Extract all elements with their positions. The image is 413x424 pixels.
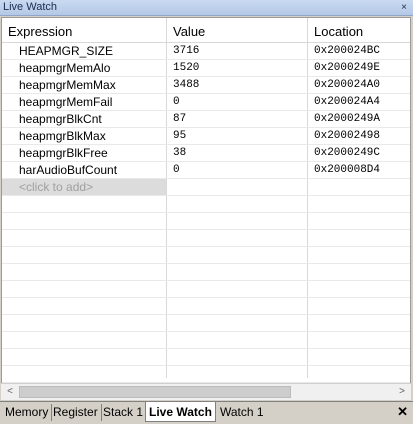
expression-cell[interactable]: heapmgrBlkFree bbox=[2, 145, 166, 161]
empty-row bbox=[2, 281, 410, 298]
expression-cell[interactable]: heapmgrMemFail bbox=[2, 94, 166, 110]
table-row[interactable]: heapmgrMemFail 0 0x200024A4 bbox=[2, 94, 410, 111]
location-cell: 0x200008D4 bbox=[314, 164, 381, 176]
location-cell: 0x200024A0 bbox=[314, 79, 381, 91]
value-cell[interactable]: 1520 bbox=[167, 60, 307, 76]
watch-table: HEAPMGR_SIZE 3716 0x200024BC heapmgrMemA… bbox=[2, 43, 410, 383]
location-cell: 0x200024BC bbox=[314, 45, 381, 57]
column-header-expression[interactable]: Expression bbox=[2, 18, 167, 42]
value-cell[interactable]: 38 bbox=[167, 145, 307, 161]
table-row[interactable]: heapmgrBlkFree 38 0x2000249C bbox=[2, 145, 410, 162]
location-cell: 0x2000249E bbox=[314, 62, 381, 74]
expression-cell[interactable]: heapmgrBlkCnt bbox=[2, 111, 166, 127]
scroll-left-icon[interactable]: < bbox=[2, 384, 18, 400]
value-cell[interactable]: 87 bbox=[167, 111, 307, 127]
location-cell: 0x2000249A bbox=[314, 113, 381, 125]
value-cell[interactable]: 0 bbox=[167, 162, 307, 178]
empty-row bbox=[2, 332, 410, 349]
location-cell: 0x200024A4 bbox=[314, 96, 381, 108]
add-expression-cell[interactable]: <click to add> bbox=[2, 179, 166, 195]
empty-row bbox=[2, 213, 410, 230]
tab-stack-1[interactable]: Stack 1 bbox=[100, 404, 146, 421]
empty-row bbox=[2, 196, 410, 213]
add-expression-row[interactable]: <click to add> bbox=[2, 179, 410, 196]
tab-memory[interactable]: Memory bbox=[2, 404, 53, 421]
empty-row bbox=[2, 366, 410, 383]
table-row[interactable]: harAudioBufCount 0 0x200008D4 bbox=[2, 162, 410, 179]
window-titlebar: Live Watch × bbox=[0, 0, 413, 16]
empty-row bbox=[2, 298, 410, 315]
table-row[interactable]: heapmgrBlkCnt 87 0x2000249A bbox=[2, 111, 410, 128]
window-title: Live Watch bbox=[3, 1, 58, 13]
expression-cell[interactable]: heapmgrMemMax bbox=[2, 77, 166, 93]
tab-live-watch[interactable]: Live Watch bbox=[145, 402, 216, 422]
close-tab-icon[interactable]: ✕ bbox=[397, 404, 408, 420]
tab-bar: Memory Register Stack 1 Live Watch Watch… bbox=[0, 401, 413, 424]
location-cell: 0x20002498 bbox=[314, 130, 381, 142]
expression-cell[interactable]: harAudioBufCount bbox=[2, 162, 166, 178]
value-cell[interactable]: 0 bbox=[167, 94, 307, 110]
table-row[interactable]: heapmgrMemMax 3488 0x200024A0 bbox=[2, 77, 410, 94]
empty-row bbox=[2, 247, 410, 264]
value-cell[interactable]: 3716 bbox=[167, 43, 307, 59]
scroll-right-icon[interactable]: > bbox=[394, 384, 410, 400]
location-cell: 0x2000249C bbox=[314, 147, 381, 159]
expression-cell[interactable]: heapmgrMemAlo bbox=[2, 60, 166, 76]
value-cell[interactable]: 3488 bbox=[167, 77, 307, 93]
empty-row bbox=[2, 349, 410, 366]
column-header-value[interactable]: Value bbox=[167, 18, 308, 42]
table-row[interactable]: HEAPMGR_SIZE 3716 0x200024BC bbox=[2, 43, 410, 60]
column-header: Expression Value Location bbox=[2, 18, 410, 43]
tab-watch-1[interactable]: Watch 1 bbox=[217, 404, 267, 421]
horizontal-scrollbar[interactable]: < > bbox=[1, 383, 411, 400]
expression-cell[interactable]: heapmgrBlkMax bbox=[2, 128, 166, 144]
watch-panel: Expression Value Location HEAPMGR_SIZE 3… bbox=[1, 17, 411, 400]
table-row[interactable]: heapmgrBlkMax 95 0x20002498 bbox=[2, 128, 410, 145]
empty-row bbox=[2, 315, 410, 332]
value-cell[interactable]: 95 bbox=[167, 128, 307, 144]
column-header-location[interactable]: Location bbox=[308, 18, 410, 42]
tab-register[interactable]: Register bbox=[50, 404, 102, 421]
scrollbar-thumb[interactable] bbox=[19, 386, 291, 398]
empty-row bbox=[2, 264, 410, 281]
expression-cell[interactable]: HEAPMGR_SIZE bbox=[2, 43, 166, 59]
empty-row bbox=[2, 230, 410, 247]
table-row[interactable]: heapmgrMemAlo 1520 0x2000249E bbox=[2, 60, 410, 77]
close-icon[interactable]: × bbox=[398, 2, 410, 13]
